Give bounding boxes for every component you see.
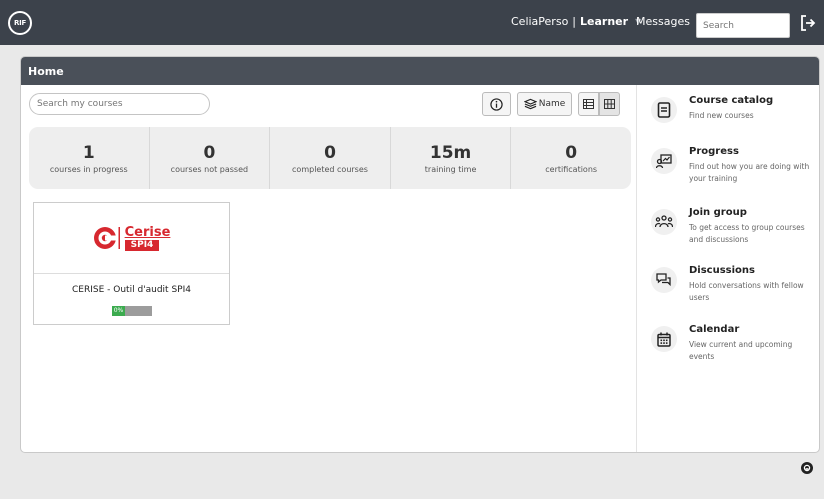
stat-label: training time	[424, 164, 477, 174]
sidebar-item-title: Course catalog	[689, 95, 774, 106]
rif-logo[interactable]: RIF	[8, 11, 32, 35]
calendar-icon	[651, 326, 677, 352]
stat-courses-not-passed[interactable]: 0 courses not passed	[150, 127, 271, 189]
panel-title: Home	[21, 57, 819, 85]
sidebar-item-desc: To get access to group courses and discu…	[689, 223, 805, 244]
grid-view-button[interactable]	[599, 92, 620, 116]
stat-label: completed courses	[292, 164, 368, 174]
stat-label: courses not passed	[170, 164, 249, 174]
stat-training-time: 15m training time	[391, 127, 512, 189]
stat-value: 0	[565, 142, 578, 163]
messages-menu[interactable]: Messages ▼	[636, 15, 703, 28]
discussions-icon	[651, 267, 677, 293]
stat-certifications[interactable]: 0 certifications	[511, 127, 631, 189]
user-role: Learner	[580, 15, 629, 28]
list-view-icon	[583, 99, 594, 109]
right-sidebar: Course catalog Find new courses Progress…	[636, 85, 819, 452]
user-name: CeliaPerso	[511, 15, 569, 28]
cerise-logo-divider	[118, 227, 120, 249]
stat-value: 0	[324, 142, 336, 163]
cerise-logo-text: Cerise SPI4	[124, 224, 171, 251]
info-icon	[490, 97, 503, 111]
logo-text: RIF	[14, 19, 26, 27]
stats-bar: 1 courses in progress 0 courses not pass…	[29, 127, 631, 189]
sidebar-item-desc: View current and upcoming events	[689, 340, 793, 361]
logout-icon[interactable]	[800, 14, 816, 32]
stat-completed-courses[interactable]: 0 completed courses	[270, 127, 391, 189]
group-icon	[651, 209, 677, 235]
cerise-logo: Cerise SPI4	[93, 224, 171, 251]
sidebar-item-title: Progress	[689, 146, 739, 157]
course-title[interactable]: CERISE - Outil d'audit SPI4	[34, 285, 229, 295]
sidebar-item-desc: Find new courses	[689, 111, 754, 120]
course-card[interactable]: Cerise SPI4 CERISE - Outil d'audit SPI4 …	[33, 202, 230, 325]
catalog-icon	[651, 97, 677, 123]
messages-label: Messages	[636, 15, 690, 28]
course-search-input[interactable]	[29, 93, 210, 115]
sidebar-item-title: Discussions	[689, 265, 756, 276]
progress-icon	[651, 148, 677, 174]
course-progress-bar: 0%	[112, 306, 152, 316]
sort-label: Name	[538, 99, 566, 109]
help-widget-icon[interactable]	[801, 462, 813, 474]
logo-word: Cerise	[124, 224, 171, 240]
stat-label: certifications	[545, 164, 598, 174]
top-navigation-bar: RIF CeliaPerso | Learner ▼ Messages ▼	[0, 0, 824, 45]
stat-value: 15m	[429, 142, 472, 163]
info-button[interactable]	[482, 92, 511, 116]
course-thumbnail[interactable]: Cerise SPI4	[34, 203, 229, 274]
sort-button[interactable]: Name	[517, 92, 572, 116]
global-search-input[interactable]	[696, 13, 790, 38]
user-menu-separator: |	[572, 15, 577, 28]
list-view-button[interactable]	[578, 92, 599, 116]
grid-view-icon	[604, 99, 615, 109]
logo-subtitle: SPI4	[124, 239, 160, 251]
sidebar-item-title: Join group	[689, 207, 747, 218]
stat-value: 1	[82, 142, 95, 163]
sidebar-item-title: Calendar	[689, 324, 740, 335]
layers-icon	[523, 98, 537, 110]
stat-value: 0	[203, 142, 216, 163]
stat-courses-in-progress[interactable]: 1 courses in progress	[29, 127, 150, 189]
stat-label: courses in progress	[49, 164, 128, 174]
user-menu[interactable]: CeliaPerso | Learner ▼	[511, 15, 641, 28]
sidebar-item-desc: Hold conversations with fellow users	[689, 281, 804, 302]
home-panel: Home Name 1	[20, 56, 820, 453]
progress-fill: 0%	[112, 306, 125, 316]
cerise-logo-icon	[93, 227, 117, 249]
sidebar-item-desc: Find out how you are doing with your tra…	[689, 162, 810, 183]
